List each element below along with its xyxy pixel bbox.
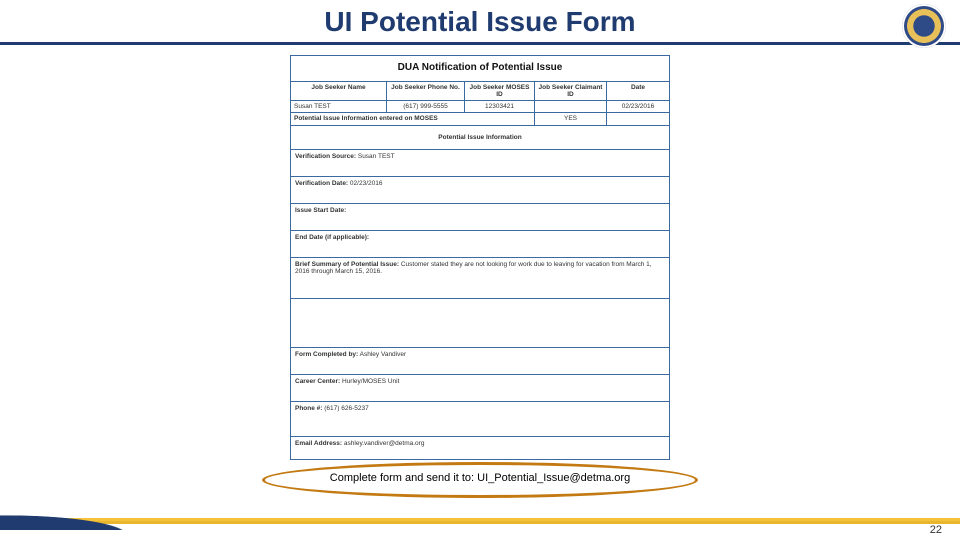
row-email: Email Address: ashley.vandiver@detma.org bbox=[291, 437, 669, 459]
lbl-issue-start: Issue Start Date: bbox=[295, 207, 346, 214]
callout-text: Complete form and send it to: UI_Potenti… bbox=[330, 472, 630, 484]
hdr-phone-label: Job Seeker Phone No. bbox=[387, 82, 465, 101]
slide: UI Potential Issue Form DUA Notification… bbox=[0, 0, 960, 540]
footer-swoosh bbox=[0, 502, 240, 530]
lbl-phone: Phone #: bbox=[295, 405, 322, 412]
val-name: Susan TEST bbox=[291, 101, 387, 113]
row-completed-by: Form Completed by: Ashley Vandiver bbox=[291, 348, 669, 375]
page-number: 22 bbox=[930, 524, 942, 536]
form-heading: DUA Notification of Potential Issue bbox=[291, 56, 669, 82]
entered-on-moses-row: Potential Issue Information entered on M… bbox=[291, 113, 669, 125]
lbl-career-center: Career Center: bbox=[295, 378, 340, 385]
val-moses: 12303421 bbox=[465, 101, 535, 113]
state-seal-icon bbox=[902, 4, 946, 48]
val-claimant bbox=[535, 101, 607, 113]
lbl-brief-summary: Brief Summary of Potential Issue: bbox=[295, 261, 399, 268]
lbl-verification-source: Verification Source: bbox=[295, 153, 356, 160]
val-verification-source: Susan TEST bbox=[358, 153, 395, 160]
hdr-date-label: Date bbox=[607, 82, 669, 101]
val-verification-date: 02/23/2016 bbox=[350, 180, 383, 187]
entered-label: Potential Issue Information entered on M… bbox=[291, 113, 535, 125]
lbl-end-date: End Date (if applicable): bbox=[295, 234, 369, 241]
hdr-name-label: Job Seeker Name bbox=[291, 82, 387, 101]
slide-title: UI Potential Issue Form bbox=[0, 0, 960, 42]
val-phone: (617) 999-5555 bbox=[387, 101, 465, 113]
form-header-values: Susan TEST (617) 999-5555 12303421 02/23… bbox=[291, 101, 669, 113]
row-brief-summary: Brief Summary of Potential Issue: Custom… bbox=[291, 258, 669, 299]
section-potential-issue-info: Potential Issue Information bbox=[291, 126, 669, 150]
val-completed-by: Ashley Vandiver bbox=[360, 351, 407, 358]
form-header-labels: Job Seeker Name Job Seeker Phone No. Job… bbox=[291, 82, 669, 101]
lbl-completed-by: Form Completed by: bbox=[295, 351, 358, 358]
lbl-verification-date: Verification Date: bbox=[295, 180, 348, 187]
row-blank-1 bbox=[291, 299, 669, 348]
hdr-claimant-label: Job Seeker Claimant ID bbox=[535, 82, 607, 101]
lbl-email: Email Address: bbox=[295, 440, 342, 447]
entered-value: YES bbox=[535, 113, 607, 125]
title-underline bbox=[0, 42, 960, 45]
row-verification-source: Verification Source: Susan TEST bbox=[291, 150, 669, 177]
val-date: 02/23/2016 bbox=[607, 101, 669, 113]
row-issue-start: Issue Start Date: bbox=[291, 204, 669, 231]
row-phone: Phone #: (617) 626-5237 bbox=[291, 402, 669, 437]
entered-blank bbox=[607, 113, 669, 125]
row-career-center: Career Center: Hurley/MOSES Unit bbox=[291, 375, 669, 402]
potential-issue-form: DUA Notification of Potential Issue Job … bbox=[290, 55, 670, 460]
hdr-moses-label: Job Seeker MOSES ID bbox=[465, 82, 535, 101]
row-end-date: End Date (if applicable): bbox=[291, 231, 669, 258]
val-phone-num: (617) 626-5237 bbox=[324, 405, 368, 412]
callout-area: Complete form and send it to: UI_Potenti… bbox=[220, 466, 740, 496]
row-verification-date: Verification Date: 02/23/2016 bbox=[291, 177, 669, 204]
val-email: ashley.vandiver@detma.org bbox=[344, 440, 425, 447]
val-career-center: Hurley/MOSES Unit bbox=[342, 378, 399, 385]
